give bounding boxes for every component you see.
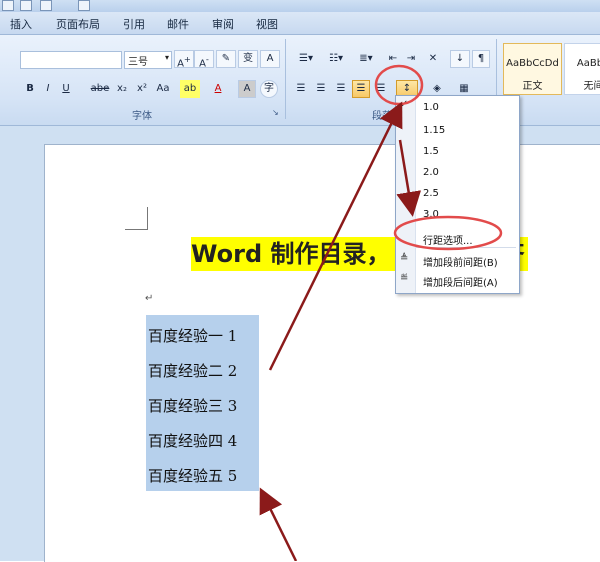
style-normal[interactable]: AaBbCcDd 正文 <box>503 43 562 95</box>
line-spacing-menu: ✓ 1.0 1.15 1.5 2.0 2.5 3.0 行距选项... ≜ 增加段… <box>395 95 520 294</box>
title-text: Word 制作目录， <box>191 240 391 268</box>
menu-item-spacing-1-5[interactable]: 1.5 <box>423 146 439 157</box>
distributed-button[interactable]: ☰ <box>372 80 390 98</box>
grow-font-button[interactable]: A+ <box>174 50 194 69</box>
toc-line[interactable]: 百度经验一 1 <box>148 325 237 346</box>
menu-item-spacing-1-0[interactable]: 1.0 <box>423 102 439 113</box>
char-border-button[interactable]: A <box>260 50 280 68</box>
dialog-launcher-icon[interactable]: ↘ <box>272 108 279 117</box>
menu-separator <box>416 247 516 248</box>
sort-button[interactable]: ↓ <box>450 50 470 68</box>
save-icon[interactable] <box>2 0 14 11</box>
decrease-indent-button[interactable]: ⇤ <box>384 50 402 68</box>
subscript-button[interactable]: x₂ <box>112 80 132 98</box>
tab-insert[interactable]: 插入 <box>10 16 32 32</box>
space-before-icon: ≜ <box>400 253 409 264</box>
menu-item-spacing-1-15[interactable]: 1.15 <box>423 125 445 136</box>
print-preview-icon[interactable] <box>20 0 32 11</box>
numbering-button[interactable]: ☷▾ <box>322 50 350 68</box>
tab-view[interactable]: 视图 <box>256 16 278 32</box>
bold-button[interactable]: B <box>22 80 38 98</box>
tab-review[interactable]: 审阅 <box>212 16 234 32</box>
font-color-button[interactable]: A <box>208 80 228 98</box>
justify-button[interactable]: ☰ <box>352 80 370 98</box>
char-shading-button[interactable]: A <box>238 80 256 98</box>
strikethrough-button[interactable]: abe <box>88 80 112 98</box>
toc-line[interactable]: 百度经验二 2 <box>148 360 237 381</box>
superscript-button[interactable]: x² <box>132 80 152 98</box>
enclose-char-button[interactable]: 字 <box>260 80 278 98</box>
change-case-button[interactable]: Aa <box>152 80 174 98</box>
align-right-button[interactable]: ☰ <box>332 80 350 98</box>
menu-item-spacing-2-0[interactable]: 2.0 <box>423 167 439 178</box>
checkmark-icon: ✓ <box>400 99 409 110</box>
font-size-combo[interactable]: 三号 ▾ <box>124 51 172 69</box>
font-name-combo[interactable] <box>20 51 122 69</box>
style-name: 无间 <box>583 81 600 92</box>
page-margin-corner <box>125 207 148 230</box>
increase-indent-button[interactable]: ⇥ <box>402 50 420 68</box>
font-size-value: 三号 <box>128 57 148 68</box>
asian-layout-button[interactable]: ✕ <box>422 50 444 68</box>
style-preview: AaBbC <box>576 58 600 69</box>
align-left-button[interactable]: ☰ <box>292 80 310 98</box>
shrink-font-button[interactable]: A- <box>194 50 214 69</box>
toc-line[interactable]: 百度经验五 5 <box>148 465 237 486</box>
multilevel-list-button[interactable]: ≣▾ <box>352 50 380 68</box>
clear-format-button[interactable]: ✎ <box>216 50 236 68</box>
toc-line[interactable]: 百度经验四 4 <box>148 430 237 451</box>
menu-item-add-space-before[interactable]: 增加段前间距(B) <box>423 254 498 269</box>
group-divider <box>285 39 286 119</box>
show-marks-button[interactable]: ¶ <box>472 50 490 68</box>
menu-item-spacing-3-0[interactable]: 3.0 <box>423 209 439 220</box>
toc-selection[interactable]: 百度经验一 1 百度经验二 2 百度经验三 3 百度经验四 4 百度经验五 5 <box>146 315 259 491</box>
bullets-button[interactable]: ☰▾ <box>292 50 320 68</box>
menu-item-add-space-after[interactable]: 增加段后间距(A) <box>423 274 498 289</box>
align-center-button[interactable]: ☰ <box>312 80 330 98</box>
style-name: 正文 <box>522 81 543 92</box>
italic-button[interactable]: I <box>40 80 56 98</box>
space-after-icon: ≝ <box>400 273 409 284</box>
ribbon-tab-bar: 插入 页面布局 引用 邮件 审阅 视图 <box>0 12 600 35</box>
tab-mailings[interactable]: 邮件 <box>167 16 189 32</box>
paragraph-group-label: 段落 <box>372 111 392 122</box>
tab-page-layout[interactable]: 页面布局 <box>56 16 100 32</box>
tab-references[interactable]: 引用 <box>123 16 145 32</box>
menu-item-spacing-2-5[interactable]: 2.5 <box>423 188 439 199</box>
highlight-color-button[interactable]: ab <box>180 80 200 98</box>
phonetic-guide-button[interactable]: 变 <box>238 50 258 68</box>
toc-line[interactable]: 百度经验三 3 <box>148 395 237 416</box>
chevron-down-icon: ▾ <box>164 53 169 62</box>
paragraph-mark: ↵ <box>145 293 154 304</box>
style-no-spacing[interactable]: AaBbC 无间 <box>564 43 600 95</box>
menu-item-line-spacing-options[interactable]: 行距选项... <box>423 232 473 247</box>
font-group-label: 字体 <box>132 111 152 122</box>
new-document-icon[interactable] <box>78 0 90 11</box>
underline-button[interactable]: U <box>58 80 74 98</box>
undo-icon[interactable] <box>40 0 52 11</box>
style-preview: AaBbCcDd <box>506 58 559 69</box>
